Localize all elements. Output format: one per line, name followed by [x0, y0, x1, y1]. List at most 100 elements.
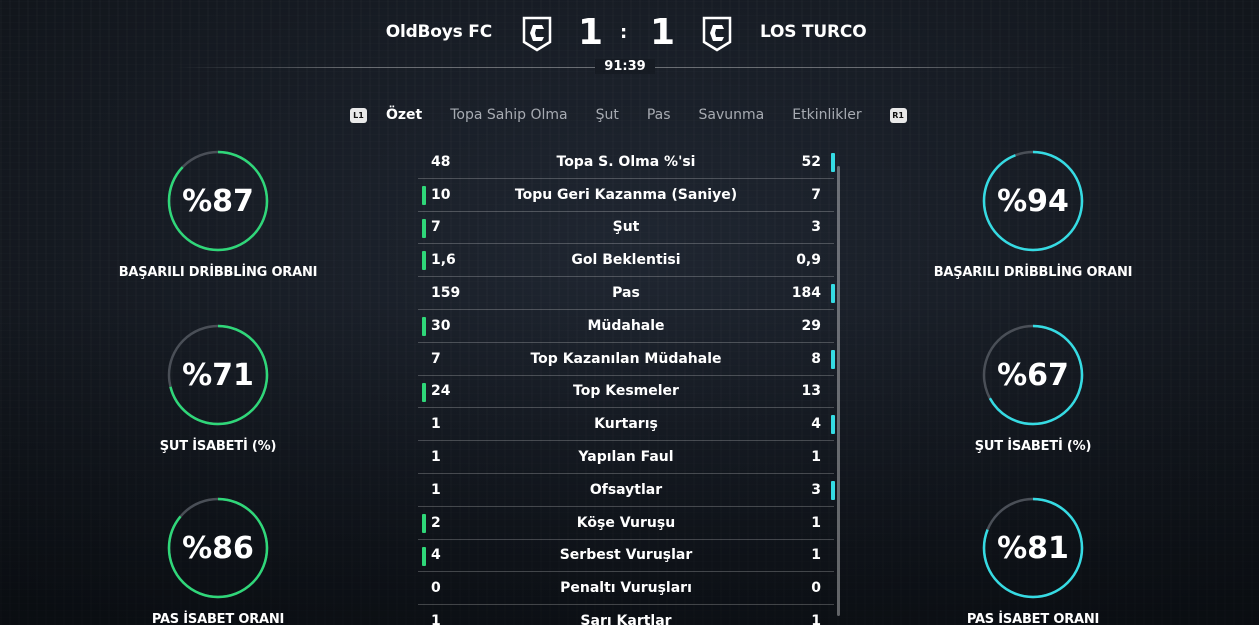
- stat-name: Topu Geri Kazanma (Saniye): [514, 186, 738, 203]
- away-ring-dribbling: %94 BAŞARILI DRİBBLİNG ORANI: [913, 149, 1153, 280]
- stat-row: 159 Pas 184: [418, 277, 835, 310]
- ring-value: %71: [182, 357, 254, 393]
- stat-name: Köşe Vuruşu: [576, 514, 676, 531]
- away-leader-bar: [831, 284, 835, 304]
- stat-row: 1 Yapılan Faul 1: [418, 441, 834, 474]
- tab-topa-sahip-olma[interactable]: Topa Sahip Olma: [450, 107, 567, 123]
- home-stat-value: 4: [431, 547, 441, 564]
- stat-row: 7 Top Kazanılan Müdahale 8: [418, 343, 835, 376]
- away-stat-value: 0,9: [796, 252, 821, 269]
- away-stat-value: 1: [811, 613, 821, 625]
- home-ring-pass-accuracy: %86 PAS İSABET ORANI: [98, 496, 338, 625]
- ring-value: %67: [997, 357, 1069, 393]
- home-stat-value: 1,6: [431, 252, 456, 269]
- ring-value: %86: [182, 530, 254, 566]
- home-stat-value: 1: [431, 449, 441, 466]
- home-stat-value: 24: [431, 383, 451, 400]
- stat-row: 1,6 Gol Beklentisi 0,9: [418, 244, 834, 278]
- away-leader-bar: [831, 349, 835, 369]
- ring-label: BAŞARILI DRİBBLİNG ORANI: [118, 265, 318, 280]
- stats-scrollbar[interactable]: [837, 166, 840, 616]
- ring-label: BAŞARILI DRİBBLİNG ORANI: [933, 265, 1133, 280]
- stat-row: 4 Serbest Vuruşlar 1: [418, 540, 834, 573]
- away-ring-shot-accuracy: %67 ŞUT İSABETİ (%): [913, 323, 1153, 454]
- home-leader-bar: [422, 513, 426, 533]
- r1-button-hint-icon[interactable]: R1: [889, 107, 907, 123]
- home-leader-bar: [422, 546, 426, 566]
- stat-row: 10 Topu Geri Kazanma (Saniye) 7: [418, 179, 834, 212]
- home-stat-value: 1: [431, 481, 441, 498]
- home-stat-value: 7: [431, 219, 441, 236]
- stat-name: Yapılan Faul: [578, 449, 674, 466]
- home-team-crest-icon: [522, 16, 552, 52]
- stat-row: 1 Kurtarış 4: [418, 408, 835, 442]
- tab-pas[interactable]: Pas: [647, 107, 671, 123]
- away-stat-value: 1: [811, 449, 821, 466]
- home-ring-dribbling: %87 BAŞARILI DRİBBLİNG ORANI: [98, 149, 338, 280]
- stat-row: 30 Müdahale 29: [418, 310, 834, 343]
- away-leader-bar: [831, 415, 835, 435]
- away-leader-bar: [831, 480, 835, 500]
- stat-name: Top Kesmeler: [573, 383, 679, 400]
- stats-table[interactable]: 48 Topa S. Olma %'si 52 1 0 Topu Geri Kazanm…: [418, 146, 835, 625]
- stat-name: Şut: [612, 219, 640, 236]
- tab-ozet[interactable]: Özet: [386, 107, 422, 123]
- home-leader-bar: [422, 316, 426, 336]
- stats-tab-bar: L1 Özet Topa Sahip Olma Şut Pas Savunma …: [350, 104, 907, 126]
- stat-name: Müdahale: [587, 317, 665, 334]
- home-leader-bar: [422, 218, 426, 238]
- tab-etkinlikler[interactable]: Etkinlikler: [792, 107, 861, 123]
- home-stat-value: 1: [431, 416, 441, 433]
- stat-row: 48 Topa S. Olma %'si 52: [418, 146, 835, 179]
- away-score: 1: [650, 12, 676, 53]
- stat-name: Top Kazanılan Müdahale: [530, 350, 722, 367]
- ring-value: %94: [997, 183, 1069, 219]
- away-stat-value: 1: [811, 547, 821, 564]
- ring-label: ŞUT İSABETİ (%): [159, 439, 277, 454]
- stat-row: 0 Penaltı Vuruşları 0: [418, 572, 834, 606]
- tab-savunma[interactable]: Savunma: [699, 107, 765, 123]
- tab-sut[interactable]: Şut: [596, 107, 619, 123]
- ring-value: %87: [182, 183, 254, 219]
- home-score: 1: [578, 12, 604, 53]
- home-stat-value: 2: [431, 514, 441, 531]
- stat-row: 1 Ofsaytlar 3: [418, 474, 835, 507]
- home-team-name: OldBoys FC: [385, 22, 492, 42]
- stat-name: Penaltı Vuruşları: [560, 580, 692, 597]
- ring-label: PAS İSABET ORANI: [966, 612, 1100, 625]
- stat-row: 24 Top Kesmeler 13: [418, 376, 834, 409]
- stat-name: Sarı Kartlar: [580, 613, 672, 625]
- stat-name: Ofsaytlar: [589, 481, 663, 498]
- away-team-crest-icon: [702, 16, 732, 52]
- stat-row: 1 Sarı Kartlar 1: [418, 605, 834, 625]
- home-leader-bar: [422, 185, 426, 205]
- stat-name: Serbest Vuruşlar: [559, 547, 693, 564]
- home-stat-value: 0: [431, 580, 441, 597]
- away-stat-value: 29: [801, 317, 821, 334]
- away-leader-bar: [831, 153, 835, 172]
- away-ring-pass-accuracy: %81 PAS İSABET ORANI: [913, 496, 1153, 625]
- away-stat-value: 184: [791, 285, 821, 302]
- away-stat-value: 52: [801, 153, 821, 170]
- score-separator: :: [620, 22, 628, 43]
- stat-name: Kurtarış: [594, 416, 658, 433]
- stat-row: 7 Şut 3: [418, 212, 834, 245]
- match-clock: 91:39: [595, 59, 655, 74]
- l1-button-hint-icon[interactable]: L1: [350, 107, 367, 123]
- away-stat-value: 8: [811, 350, 821, 367]
- away-stat-value: 4: [811, 416, 821, 433]
- ring-label: PAS İSABET ORANI: [151, 612, 285, 625]
- away-stat-value: 1: [811, 514, 821, 531]
- ring-label: ŞUT İSABETİ (%): [974, 439, 1092, 454]
- away-stat-value: 7: [811, 186, 821, 203]
- stat-name: Gol Beklentisi: [571, 252, 681, 269]
- away-stat-value: 3: [811, 481, 821, 498]
- home-stat-value: 159: [431, 285, 461, 302]
- scoreboard: OldBoys FC 1 : 1 LOS TURCO 91:39: [0, 0, 1259, 80]
- home-stat-value: 30: [431, 317, 451, 334]
- ring-value: %81: [997, 530, 1069, 566]
- stat-name: Pas: [612, 285, 640, 302]
- stat-row: 2 Köşe Vuruşu 1: [418, 507, 834, 540]
- away-stat-value: 0: [811, 580, 821, 597]
- home-leader-bar: [422, 382, 426, 402]
